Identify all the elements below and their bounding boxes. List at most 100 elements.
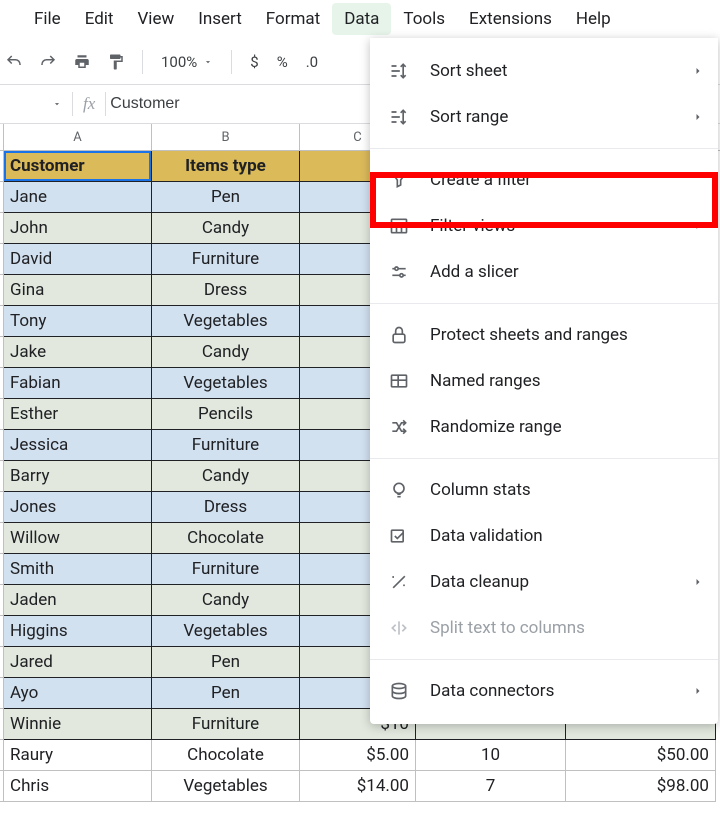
menu-item-sort-range[interactable]: Sort range	[370, 94, 718, 140]
cell[interactable]: Candy	[152, 337, 300, 368]
database-icon	[388, 680, 410, 702]
cell[interactable]: David	[4, 244, 152, 275]
cell[interactable]: Fabian	[4, 368, 152, 399]
cell[interactable]: Pen	[152, 182, 300, 213]
menu-separator	[370, 659, 718, 660]
cell[interactable]: Jane	[4, 182, 152, 213]
cell[interactable]: Jared	[4, 647, 152, 678]
menu-item-named-ranges[interactable]: Named ranges	[370, 358, 718, 404]
slicer-icon	[388, 261, 410, 283]
cell[interactable]: $50.00	[566, 740, 716, 771]
data-menu-dropdown: Sort sheet Sort range Create a filter Filte…	[370, 38, 718, 724]
table-row: ChrisVegetables$14.007$98.00	[0, 771, 720, 802]
chevron-down-icon	[203, 57, 213, 67]
percent-format-button[interactable]: %	[271, 53, 294, 71]
random-icon	[388, 416, 410, 438]
cell[interactable]: $14.00	[300, 771, 416, 802]
menu-view[interactable]: View	[125, 3, 186, 35]
zoom-selector[interactable]: 100%	[155, 53, 219, 71]
menu-format[interactable]: Format	[254, 3, 332, 35]
cell[interactable]: Esther	[4, 399, 152, 430]
menu-item-protect-sheets-and-ranges[interactable]: Protect sheets and ranges	[370, 312, 718, 358]
name-box[interactable]	[0, 99, 72, 109]
cell[interactable]: Candy	[152, 461, 300, 492]
cell[interactable]: Candy	[152, 585, 300, 616]
cell[interactable]: Gina	[4, 275, 152, 306]
cell[interactable]: Barry	[4, 461, 152, 492]
cell[interactable]: 10	[416, 740, 566, 771]
bulb-icon	[388, 479, 410, 501]
column-header-b[interactable]: B	[152, 124, 300, 150]
cell[interactable]: Higgins	[4, 616, 152, 647]
paint-format-button[interactable]	[102, 48, 130, 76]
cell[interactable]: Vegetables	[152, 306, 300, 337]
currency-format-button[interactable]: $	[244, 53, 264, 71]
undo-button[interactable]	[0, 48, 28, 76]
separator	[231, 50, 232, 74]
decrease-decimal-button[interactable]: .0	[300, 53, 324, 71]
cell[interactable]: Jaden	[4, 585, 152, 616]
menu-item-label: Data cleanup	[430, 572, 529, 592]
cell[interactable]: $98.00	[566, 771, 716, 802]
cell[interactable]: Pen	[152, 647, 300, 678]
header-cell[interactable]: Items type	[152, 151, 300, 182]
menu-item-create-a-filter[interactable]: Create a filter	[370, 157, 718, 203]
column-header-a[interactable]: A	[4, 124, 152, 150]
menu-item-label: Sort sheet	[430, 61, 507, 81]
cell[interactable]: Dress	[152, 275, 300, 306]
menu-item-data-cleanup[interactable]: Data cleanup	[370, 559, 718, 605]
menu-edit[interactable]: Edit	[73, 3, 126, 35]
cell[interactable]: Ayo	[4, 678, 152, 709]
cell[interactable]: Chocolate	[152, 523, 300, 554]
cell[interactable]: Pen	[152, 678, 300, 709]
cell[interactable]: Tony	[4, 306, 152, 337]
cell[interactable]: Vegetables	[152, 368, 300, 399]
header-cell[interactable]: Customer	[4, 151, 152, 182]
cell[interactable]: Jones	[4, 492, 152, 523]
redo-button[interactable]	[34, 48, 62, 76]
cell[interactable]: Jake	[4, 337, 152, 368]
chevron-right-icon	[692, 576, 704, 588]
menu-item-randomize-range[interactable]: Randomize range	[370, 404, 718, 450]
cell[interactable]: Furniture	[152, 430, 300, 461]
cell[interactable]: Willow	[4, 523, 152, 554]
cell[interactable]: Furniture	[152, 244, 300, 275]
chevron-down-icon	[52, 99, 62, 109]
menu-separator	[370, 148, 718, 149]
menu-tools[interactable]: Tools	[391, 3, 457, 35]
menu-item-sort-sheet[interactable]: Sort sheet	[370, 48, 718, 94]
menu-item-column-stats[interactable]: Column stats	[370, 467, 718, 513]
cell[interactable]: Smith	[4, 554, 152, 585]
print-button[interactable]	[68, 48, 96, 76]
cell[interactable]: Vegetables	[152, 616, 300, 647]
cell[interactable]: Raury	[4, 740, 152, 771]
cell[interactable]: Furniture	[152, 554, 300, 585]
cell[interactable]: Jessica	[4, 430, 152, 461]
cell[interactable]: John	[4, 213, 152, 244]
cell[interactable]: Vegetables	[152, 771, 300, 802]
menu-item-data-connectors[interactable]: Data connectors	[370, 668, 718, 714]
cell[interactable]: Winnie	[4, 709, 152, 740]
chevron-right-icon	[692, 220, 704, 232]
cell[interactable]: $5.00	[300, 740, 416, 771]
cell[interactable]: Chocolate	[152, 740, 300, 771]
fx-label: fx	[73, 94, 105, 114]
menu-help[interactable]: Help	[564, 3, 623, 35]
menu-file[interactable]: File	[22, 3, 73, 35]
menu-insert[interactable]: Insert	[186, 3, 254, 35]
cell[interactable]: Pencils	[152, 399, 300, 430]
menu-item-add-a-slicer[interactable]: Add a slicer	[370, 249, 718, 295]
menu-item-split-text-to-columns: Split text to columns	[370, 605, 718, 651]
cell[interactable]: Furniture	[152, 709, 300, 740]
menu-item-filter-views[interactable]: Filter views	[370, 203, 718, 249]
zoom-value: 100%	[161, 53, 197, 71]
cell[interactable]: Dress	[152, 492, 300, 523]
menu-item-data-validation[interactable]: Data validation	[370, 513, 718, 559]
menu-item-label: Add a slicer	[430, 262, 519, 282]
menu-extensions[interactable]: Extensions	[457, 3, 564, 35]
menu-item-label: Create a filter	[430, 170, 531, 190]
cell[interactable]: Chris	[4, 771, 152, 802]
cell[interactable]: 7	[416, 771, 566, 802]
menu-data[interactable]: Data	[332, 3, 391, 35]
cell[interactable]: Candy	[152, 213, 300, 244]
